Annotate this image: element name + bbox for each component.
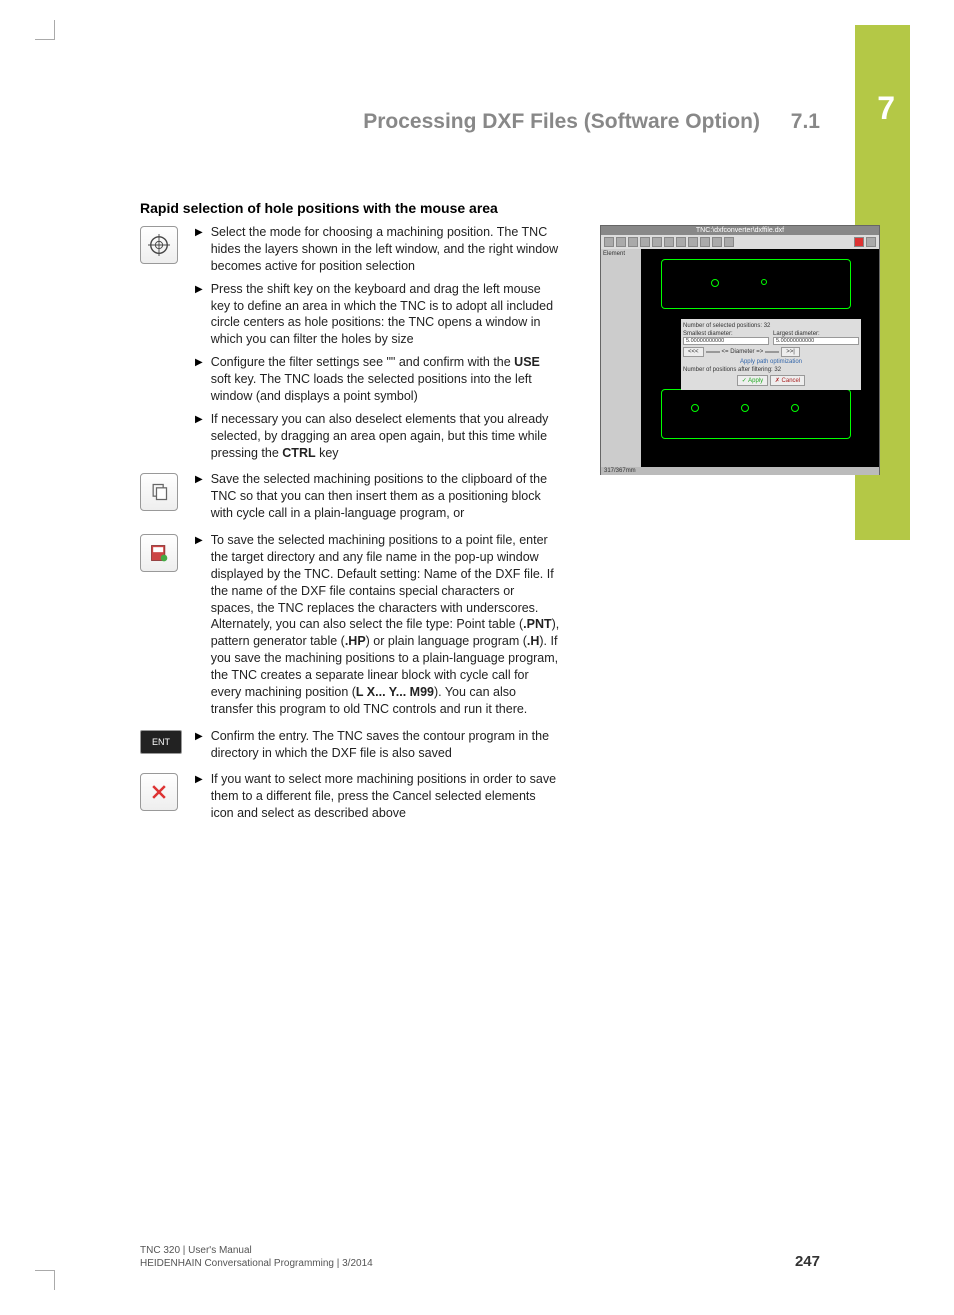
tool-icon[interactable] (724, 237, 734, 247)
selected-positions: Number of selected positions: 32 (683, 323, 859, 329)
page: 7 Processing DXF Files (Software Option)… (40, 0, 910, 1315)
range-right-button[interactable]: >>| (781, 347, 800, 357)
ss-titlebar: TNC:\dxfconverter\dxffile.dxf (601, 226, 879, 235)
step-text: Configure the filter settings see "" and… (211, 354, 560, 405)
content: Rapid selection of hole positions with t… (140, 200, 560, 832)
crop-mark (35, 20, 55, 40)
range-input[interactable] (765, 351, 779, 353)
tool-icon[interactable] (628, 237, 638, 247)
filter-dialog: Number of selected positions: 32 Smalles… (681, 319, 861, 390)
bullet-icon: ▶ (195, 227, 203, 238)
step-text: Select the mode for choosing a machining… (211, 224, 560, 275)
crop-mark (35, 1270, 55, 1290)
screenshot: TNC:\dxfconverter\dxffile.dxf Element Nu… (600, 225, 880, 475)
tool-icon[interactable] (652, 237, 662, 247)
chapter-number: 7 (877, 90, 895, 127)
footer: TNC 320 | User's Manual HEIDENHAIN Conve… (140, 1244, 820, 1270)
ss-toolbar (601, 235, 879, 249)
step-text: Save the selected machining positions to… (211, 471, 560, 522)
largest-input[interactable]: 5.00000000000 (773, 337, 859, 345)
header-title: Processing DXF Files (Software Option) (363, 110, 760, 133)
after-filter-label: Number of positions after filtering: 32 (683, 367, 859, 373)
range-left-button[interactable]: <<< (683, 347, 704, 357)
step-text: If you want to select more machining pos… (211, 771, 560, 822)
page-number: 247 (795, 1253, 820, 1270)
tool-icon[interactable] (616, 237, 626, 247)
step-text: Confirm the entry. The TNC saves the con… (211, 728, 560, 762)
ss-statusbar: 317/367mm (601, 467, 879, 475)
save-file-icon (140, 534, 178, 572)
bullet-icon: ▶ (195, 474, 203, 485)
cancel-button[interactable]: ✗ Cancel (770, 375, 805, 386)
clipboard-icon (140, 473, 178, 511)
ss-canvas[interactable]: Number of selected positions: 32 Smalles… (641, 249, 879, 467)
tool-icon[interactable] (676, 237, 686, 247)
crosshair-icon (140, 226, 178, 264)
cancel-x-icon (140, 773, 178, 811)
step-text: Press the shift key on the keyboard and … (211, 281, 560, 349)
bullet-icon: ▶ (195, 774, 203, 785)
bullet-icon: ▶ (195, 414, 203, 425)
page-header: Processing DXF Files (Software Option) 7… (140, 110, 820, 134)
range-input[interactable] (706, 351, 720, 353)
smallest-input[interactable]: 5.00000000000 (683, 337, 769, 345)
apply-opt-checkbox[interactable]: Apply path optimization (683, 359, 859, 365)
tool-icon[interactable] (712, 237, 722, 247)
tool-icon[interactable] (688, 237, 698, 247)
tool-icon[interactable] (866, 237, 876, 247)
apply-button[interactable]: ✓ Apply (737, 375, 768, 386)
section-title: Rapid selection of hole positions with t… (140, 200, 560, 216)
step-text: To save the selected machining positions… (211, 532, 560, 718)
footer-text: TNC 320 | User's Manual HEIDENHAIN Conve… (140, 1244, 373, 1270)
bullet-icon: ▶ (195, 535, 203, 546)
ss-sidebar: Element (601, 249, 641, 467)
bullet-icon: ▶ (195, 284, 203, 295)
bullet-icon: ▶ (195, 731, 203, 742)
step-text: If necessary you can also deselect eleme… (211, 411, 560, 462)
tool-icon[interactable] (640, 237, 650, 247)
range-mid-label: <= Diameter => (722, 349, 764, 355)
header-section: 7.1 (791, 110, 820, 133)
tool-icon[interactable] (664, 237, 674, 247)
ent-key-icon: ENT (140, 730, 182, 754)
tool-icon[interactable] (604, 237, 614, 247)
bullet-icon: ▶ (195, 357, 203, 368)
tool-icon[interactable] (700, 237, 710, 247)
close-icon[interactable] (854, 237, 864, 247)
